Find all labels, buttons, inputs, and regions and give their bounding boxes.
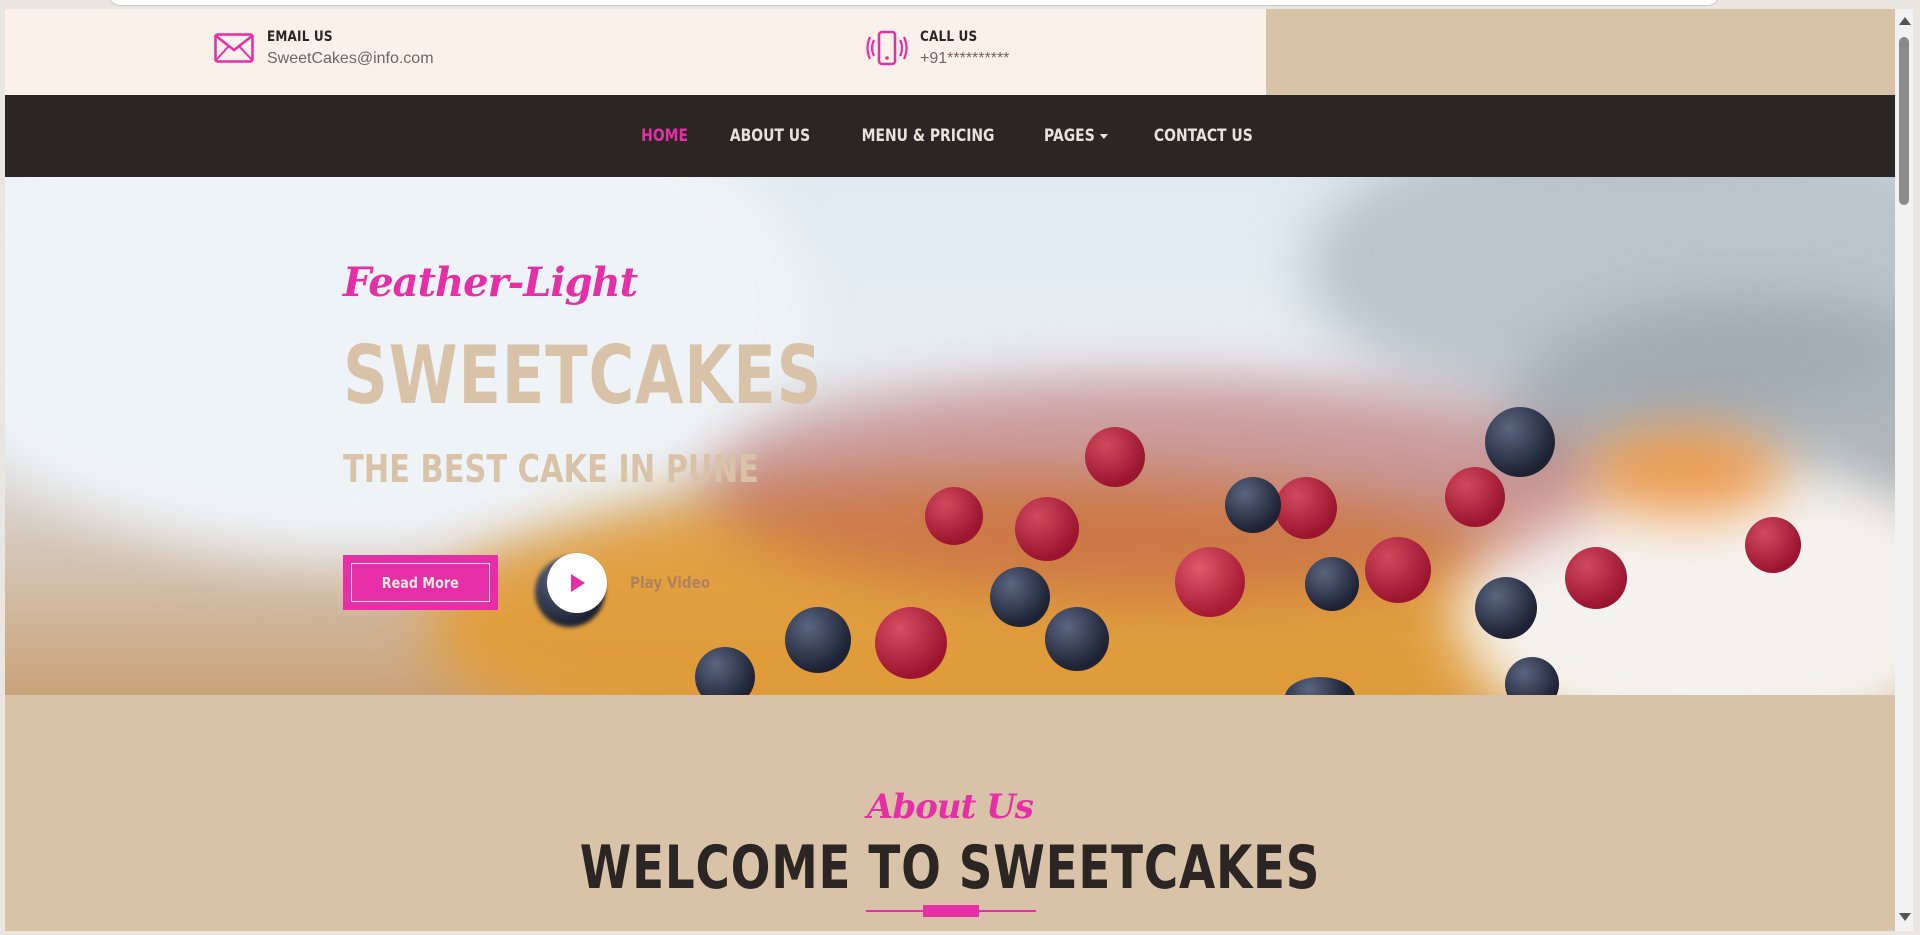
page: EMAIL US SweetCakes@info.com CALL US +91… <box>5 9 1895 931</box>
nav-menu: HOME ABOUT US MENU & PRICING PAGES CONTA… <box>5 95 1895 177</box>
nav-item-pages[interactable]: PAGES <box>1033 126 1120 146</box>
call-title: CALL US <box>920 29 978 45</box>
vertical-scrollbar[interactable] <box>1895 9 1913 931</box>
section-divider <box>866 905 1036 917</box>
about-script-heading: About Us <box>867 787 1034 827</box>
hero-title: SWEETCAKES <box>343 329 823 422</box>
nav-item-home[interactable]: HOME <box>630 126 700 146</box>
read-more-label: Read More <box>381 573 460 592</box>
play-video-button[interactable] <box>547 553 607 613</box>
scroll-down-arrow-icon[interactable] <box>1899 913 1911 921</box>
hero-banner: Feather-Light SWEETCAKES THE BEST CAKE I… <box>5 177 1895 695</box>
nav-item-label: CONTACT US <box>1154 126 1254 146</box>
read-more-button[interactable]: Read More <box>343 555 498 610</box>
scroll-thumb[interactable] <box>1899 37 1909 205</box>
play-icon <box>571 574 585 592</box>
email-value[interactable]: SweetCakes@info.com <box>267 50 434 68</box>
call-contact[interactable]: CALL US +91********** <box>866 27 1009 69</box>
nav-item-contact-us[interactable]: CONTACT US <box>1143 126 1265 146</box>
email-title: EMAIL US <box>267 29 333 45</box>
read-more-frame: Read More <box>351 563 490 602</box>
nav-item-label: HOME <box>641 126 689 146</box>
scroll-up-arrow-icon[interactable] <box>1899 17 1911 25</box>
contact-topbar-panel <box>5 9 1266 95</box>
mobile-phone-icon <box>866 27 908 69</box>
hero-subtitle: THE BEST CAKE IN PUNE <box>343 447 759 491</box>
about-title: WELCOME TO SWEETCAKES <box>579 833 1321 903</box>
nav-item-label: PAGES <box>1044 126 1096 146</box>
nav-item-label: ABOUT US <box>730 126 811 146</box>
call-value[interactable]: +91********** <box>920 50 1009 68</box>
nav-item-menu-pricing[interactable]: MENU & PRICING <box>850 126 1006 146</box>
divider-accent <box>923 905 979 917</box>
main-navbar: HOME ABOUT US MENU & PRICING PAGES CONTA… <box>5 95 1895 177</box>
chevron-down-icon <box>1100 133 1109 139</box>
about-section: About Us WELCOME TO SWEETCAKES <box>5 695 1895 931</box>
contact-topbar: EMAIL US SweetCakes@info.com CALL US +91… <box>5 9 1895 95</box>
nav-item-label: MENU & PRICING <box>861 126 995 146</box>
browser-viewport: EMAIL US SweetCakes@info.com CALL US +91… <box>0 0 1920 935</box>
play-video-label[interactable]: Play Video <box>630 573 710 592</box>
nav-item-about-us[interactable]: ABOUT US <box>719 126 822 146</box>
hero-script-heading: Feather-Light <box>343 259 638 306</box>
browser-address-edge <box>108 0 1720 6</box>
email-contact[interactable]: EMAIL US SweetCakes@info.com <box>213 27 434 69</box>
envelope-icon <box>213 27 255 69</box>
